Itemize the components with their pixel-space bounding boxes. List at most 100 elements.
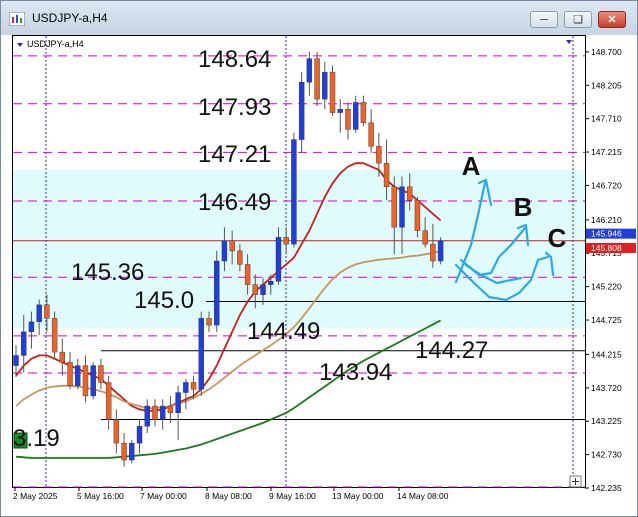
candle-body [105, 382, 112, 420]
price-chart[interactable]: 148.700 148.205 147.710 147.215 146.720 146.2… [1, 35, 637, 516]
candle-body [337, 109, 343, 113]
candle-body [21, 331, 27, 356]
candle-body [121, 442, 127, 461]
minimize-button[interactable]: ─ [530, 11, 558, 28]
candle-body [252, 284, 259, 295]
chart-app-icon [9, 12, 25, 26]
y-tick-label: 144.725 [591, 315, 622, 325]
candle-body [391, 186, 397, 228]
bid-price-label: 145.946 [591, 229, 622, 239]
restore-button[interactable]: ❏ [564, 11, 592, 28]
candle-body [275, 237, 282, 282]
candle-body [298, 82, 305, 140]
candle-body [206, 318, 212, 326]
candle-body [383, 162, 390, 187]
candle-body [51, 318, 58, 353]
candle-body [28, 321, 35, 333]
x-tick-label: 5 May 16:00 [77, 491, 124, 501]
left-level-label: 3.19 [13, 425, 60, 452]
candle-body [90, 365, 96, 397]
ask-price-label: 145.808 [591, 243, 622, 253]
chart-window: USDJPY-a,H4 ─ ❏ ✕ 148.700 148.205 147.710 1… [0, 0, 638, 517]
candle-body [190, 382, 197, 390]
x-tick-label: 13 May 00:00 [332, 491, 384, 501]
candle-body [399, 186, 405, 228]
annotation-label-c: C [548, 223, 567, 253]
x-tick-label: 8 May 08:00 [205, 491, 252, 501]
restore-icon: ❏ [573, 14, 583, 26]
level-price-label: 145.36 [71, 259, 144, 286]
level-price-label: 145.0 [134, 287, 194, 314]
y-tick-label: 147.215 [591, 147, 622, 157]
y-tick-label: 146.720 [591, 180, 622, 190]
candle-body [407, 186, 413, 201]
candle-body [82, 365, 89, 397]
candle-body [75, 365, 81, 387]
close-icon: ✕ [607, 14, 617, 26]
close-button[interactable]: ✕ [598, 11, 626, 28]
candle-body [129, 442, 135, 461]
y-tick-label: 142.730 [591, 450, 622, 460]
candle-body [414, 200, 421, 231]
candle-body [113, 419, 120, 444]
candle-body [422, 230, 428, 245]
candle-body [237, 250, 243, 265]
level-price-label: 147.21 [198, 141, 271, 168]
candle-body [167, 405, 174, 413]
annotation-label-a: A [462, 151, 481, 181]
x-tick-label: 2 May 2025 [13, 491, 58, 501]
candle-body [329, 71, 336, 113]
y-tick-label: 144.215 [591, 349, 622, 359]
y-tick-label: 143.225 [591, 416, 622, 426]
candle-body [283, 237, 289, 245]
level-price-label: 147.93 [198, 94, 271, 121]
candle-body [260, 284, 266, 295]
candle-body [152, 405, 158, 420]
x-tick-label: 14 May 08:00 [397, 491, 449, 501]
candle-body [244, 264, 251, 285]
candle-body [67, 361, 73, 387]
candle-body [98, 365, 104, 383]
candle-body [175, 392, 181, 413]
y-tick-label: 148.205 [591, 80, 622, 90]
candle-body [144, 405, 150, 427]
level-price-label: 143.94 [319, 359, 392, 386]
candle-body [229, 240, 235, 252]
candle-body [44, 304, 50, 319]
candle-body [268, 281, 274, 285]
candle-body [159, 405, 166, 420]
level-price-label: 144.27 [415, 337, 488, 364]
y-tick-label: 142.235 [591, 483, 622, 493]
candle-body [430, 243, 436, 262]
candle-body [36, 304, 42, 322]
candle-body [198, 318, 204, 390]
candle-body [437, 240, 444, 262]
candle-body [306, 58, 313, 83]
y-tick-label: 148.700 [591, 47, 622, 57]
level-price-label: 148.64 [198, 46, 271, 73]
candle-body [322, 71, 328, 100]
candle-body [136, 426, 143, 444]
window-title: USDJPY-a,H4 [32, 11, 108, 25]
x-tick-label: 7 May 00:00 [140, 491, 187, 501]
candle-body [214, 260, 220, 326]
level-price-label: 144.49 [247, 318, 320, 345]
candle-body [376, 146, 382, 164]
minimize-icon: ─ [540, 13, 548, 26]
x-tick-label: 9 May 16:00 [269, 491, 316, 501]
candle-body [183, 382, 189, 393]
y-tick-label: 146.210 [591, 215, 622, 225]
annotation-label-b: B [514, 192, 533, 222]
y-tick-label: 143.720 [591, 383, 622, 393]
candle-body [291, 139, 297, 245]
candle-body [360, 102, 367, 123]
candle-body [59, 351, 66, 363]
candle-body [221, 240, 228, 262]
candle-body [368, 122, 374, 147]
candle-body [13, 355, 19, 366]
y-tick-label: 145.220 [591, 282, 622, 292]
chart-symbol-label: USDJPY-a,H4 [27, 39, 84, 49]
window-titlebar[interactable]: USDJPY-a,H4 ─ ❏ ✕ [1, 1, 637, 35]
candle-body [352, 102, 359, 130]
candle-body [345, 109, 351, 130]
